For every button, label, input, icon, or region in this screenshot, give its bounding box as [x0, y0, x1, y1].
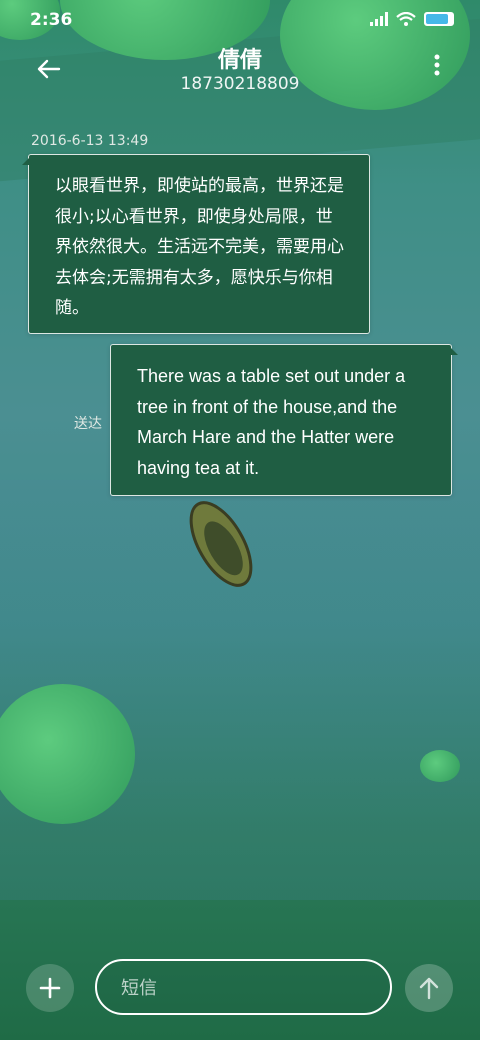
message-input[interactable] — [119, 973, 373, 1003]
contact-name: 倩倩 — [217, 48, 262, 73]
incoming-message-bubble[interactable]: 以眼看世界，即使站的最高，世界还是很小;以心看世界，即使身处局限，世界依然很大。… — [22, 154, 370, 334]
plus-icon — [39, 977, 61, 999]
more-vertical-icon — [434, 54, 440, 76]
more-options-button[interactable] — [430, 54, 444, 82]
message-text: 以眼看世界，即使站的最高，世界还是很小;以心看世界，即使身处局限，世界依然很大。… — [55, 176, 344, 318]
wifi-icon — [396, 12, 416, 26]
message-text: There was a table set out under a tree i… — [137, 366, 406, 478]
outgoing-message-bubble[interactable]: There was a table set out under a tree i… — [110, 344, 458, 496]
bubble-tail — [22, 157, 30, 165]
status-bar: 2:36 — [0, 0, 480, 40]
add-attachment-button[interactable] — [26, 964, 74, 1012]
message-timestamp: 2016-6-13 13:49 — [31, 133, 149, 149]
status-icons — [370, 12, 454, 26]
contact-number: 18730218809 — [180, 74, 300, 94]
battery-icon — [424, 12, 454, 26]
sms-conversation-screen: 2:36 倩倩 18730218809 2016-6-13 13:49 以眼看世… — [0, 0, 480, 1040]
send-button[interactable] — [405, 964, 453, 1012]
delivery-status: 送达 — [74, 416, 102, 432]
arrow-up-icon — [419, 977, 439, 1000]
lily-pad-decoration — [420, 750, 460, 782]
conversation-header: 倩倩 18730218809 — [0, 40, 480, 110]
message-input-container — [95, 959, 392, 1015]
status-time: 2:36 — [30, 10, 73, 30]
bubble-tail — [450, 347, 458, 355]
signal-icon — [370, 12, 388, 26]
